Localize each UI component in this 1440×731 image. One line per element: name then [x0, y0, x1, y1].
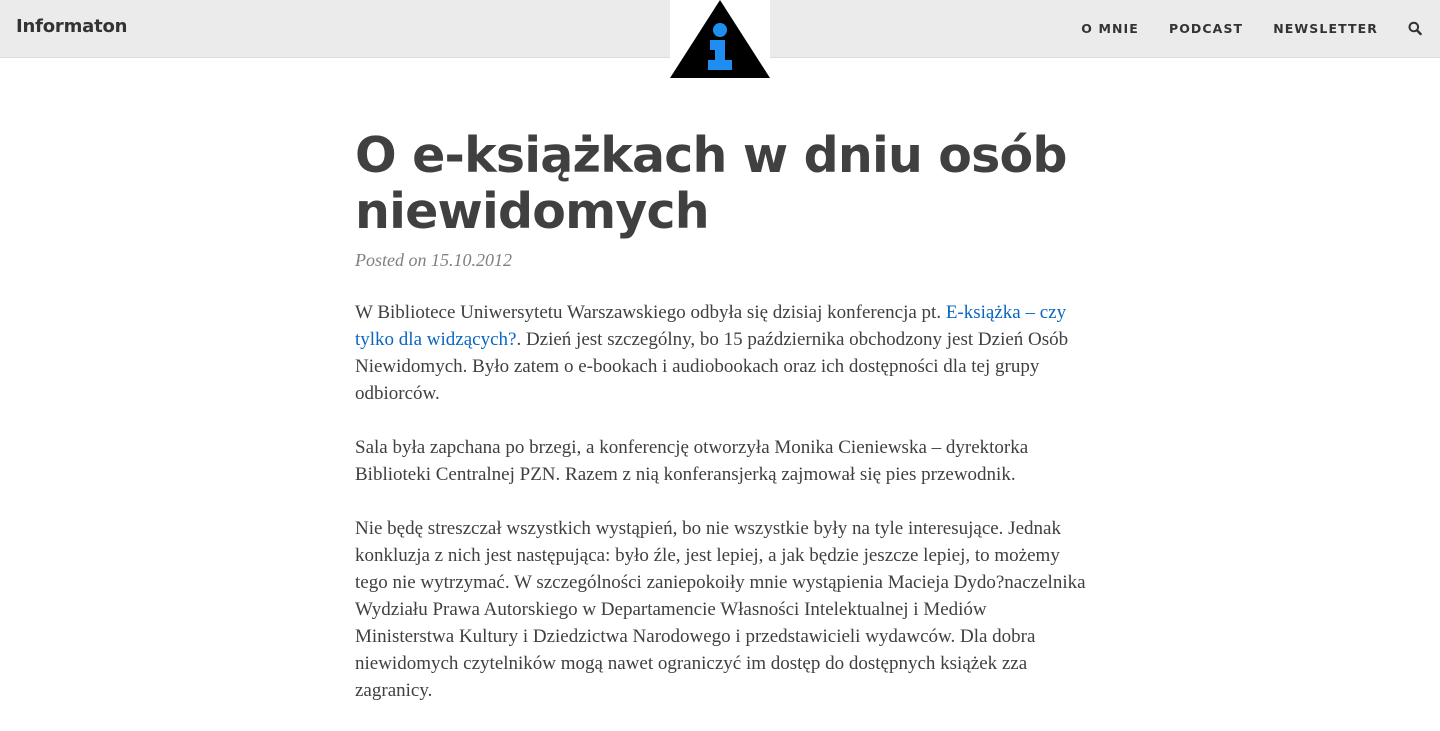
nav-link-o-mnie[interactable]: O MNIE: [1081, 21, 1139, 37]
post-meta: Posted on 15.10.2012: [355, 250, 512, 270]
info-triangle-logo[interactable]: [670, 0, 770, 80]
top-navigation-bar: Informaton O MNIE PODCAST NEWSLETTER: [0, 0, 1440, 80]
nav-link-podcast[interactable]: PODCAST: [1169, 21, 1243, 37]
main-nav: O MNIE PODCAST NEWSLETTER: [1051, 21, 1422, 37]
nav-link-newsletter[interactable]: NEWSLETTER: [1273, 21, 1378, 37]
paragraph-text: W Bibliotece Uniwersytetu Warszawskiego …: [355, 302, 946, 323]
site-title-link[interactable]: Informaton: [16, 16, 127, 37]
post-content: W Bibliotece Uniwersytetu Warszawskiego …: [355, 299, 1090, 704]
post-title: O e-książkach w dniu osób niewidomych: [355, 127, 1067, 240]
info-triangle-logo-graphic: [670, 0, 770, 78]
paragraph: Nie będę streszczał wszystkich wystąpień…: [355, 518, 1086, 701]
blog-post: O e-książkach w dniu osób niewidomych Po…: [355, 128, 1090, 731]
search-icon[interactable]: [1408, 21, 1422, 37]
paragraph: W Bibliotece Uniwersytetu Warszawskiego …: [355, 299, 1090, 407]
paragraph: Sala była zapchana po brzegi, a konferen…: [355, 437, 1029, 485]
